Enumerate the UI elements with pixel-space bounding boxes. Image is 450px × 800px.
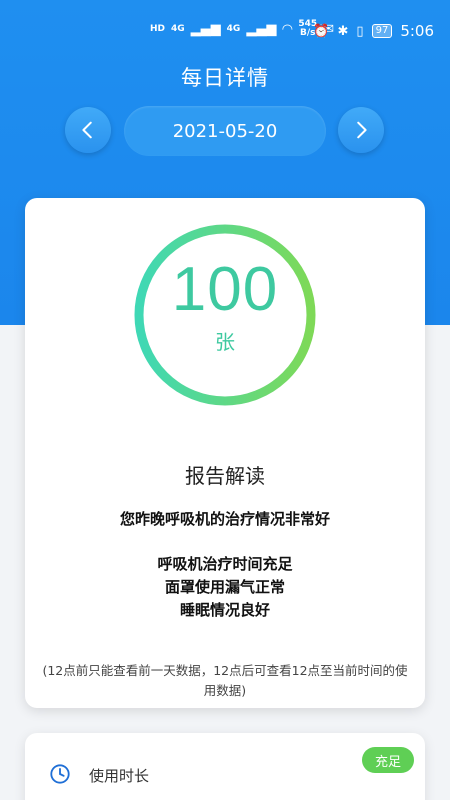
battery-indicator: 97 bbox=[371, 24, 393, 38]
report-title: 报告解读 bbox=[185, 464, 265, 488]
date-selector[interactable]: 2021-05-20 bbox=[124, 106, 326, 156]
signal-4g-label-2: 4G bbox=[226, 24, 241, 34]
alarm-icon: ⏰ bbox=[313, 23, 330, 39]
clock-icon bbox=[50, 764, 70, 784]
summary-value: 100 bbox=[171, 255, 279, 324]
signal-icon-2: ▂▄▆ bbox=[246, 21, 277, 37]
clock-time: 5:06 bbox=[400, 22, 434, 40]
report-line-sleep: 睡眠情况良好 bbox=[179, 601, 270, 619]
chevron-right-icon bbox=[357, 121, 367, 139]
sim-hd-label: HD bbox=[150, 24, 166, 34]
bluetooth-icon: ✱ bbox=[337, 23, 349, 39]
chevron-left-icon bbox=[82, 121, 92, 139]
wifi-icon: ◠ bbox=[282, 21, 293, 37]
network-indicators: HD 4G ▂▄▆ 4G ▂▄▆ ◠ 545 B/s ✉ bbox=[150, 20, 334, 38]
page-title: 每日详情 bbox=[181, 66, 269, 90]
summary-unit: 张 bbox=[215, 330, 235, 354]
usage-duration-card[interactable]: 使用时长 充足 bbox=[25, 733, 425, 800]
signal-icon: ▂▄▆ bbox=[190, 21, 221, 37]
usage-duration-label: 使用时长 bbox=[89, 767, 150, 785]
report-line-therapy-time: 呼吸机治疗时间充足 bbox=[157, 555, 293, 573]
next-day-button[interactable] bbox=[338, 107, 384, 153]
status-right: ⏰ ✱ ▯ 97 5:06 bbox=[313, 22, 434, 40]
report-line-mask-leak: 面罩使用漏气正常 bbox=[164, 578, 285, 596]
previous-day-button[interactable] bbox=[65, 107, 111, 153]
signal-4g-label: 4G bbox=[171, 24, 185, 34]
daily-report-card: 100 张 报告解读 您昨晚呼吸机的治疗情况非常好 呼吸机治疗时间充足 面罩使用… bbox=[25, 198, 425, 708]
status-badge: 充足 bbox=[362, 747, 414, 773]
status-bar: HD 4G ▂▄▆ 4G ▂▄▆ ◠ 545 B/s ✉ ⏰ ✱ ▯ 97 5:… bbox=[0, 0, 450, 48]
vibrate-icon: ▯ bbox=[356, 23, 364, 39]
report-summary-line: 您昨晚呼吸机的治疗情况非常好 bbox=[119, 510, 330, 528]
data-availability-note: (12点前只能查看前一天数据，12点后可查看12点至当前时间的使用数据) bbox=[42, 663, 408, 698]
